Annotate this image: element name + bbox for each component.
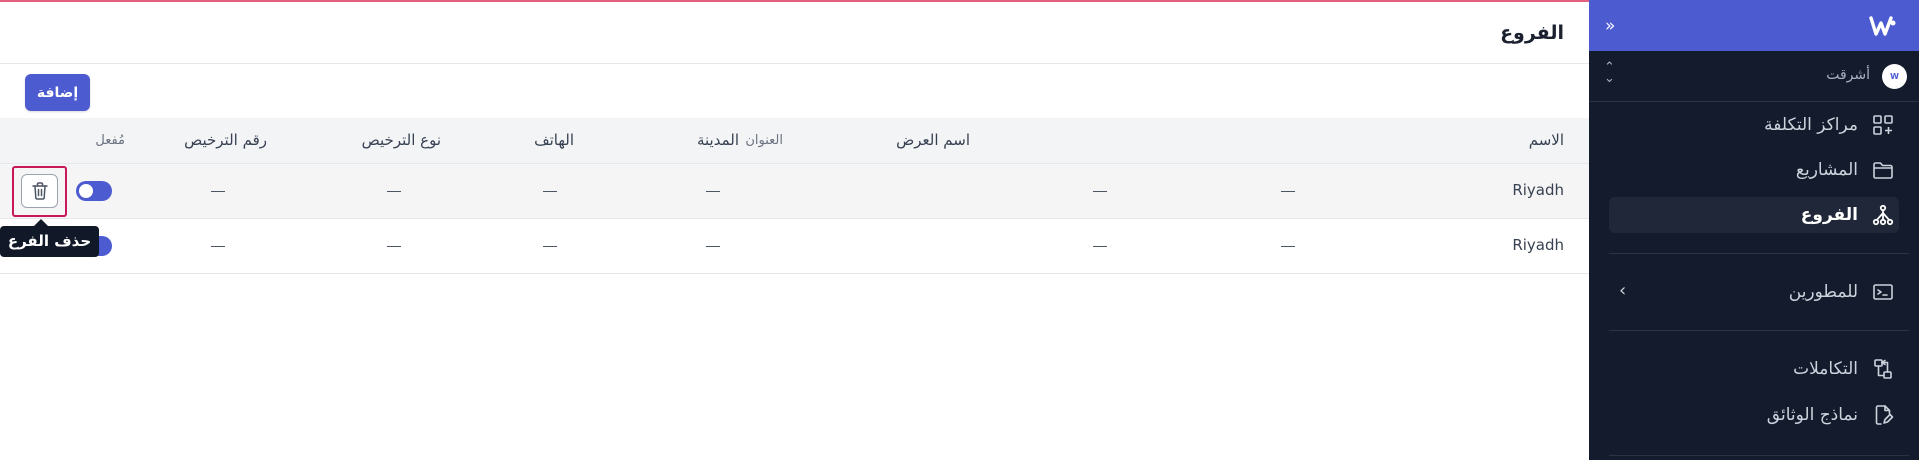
cell-license-number	[211, 246, 225, 247]
column-header-license-number[interactable]: رقم الترخيص	[184, 131, 267, 149]
sidebar-item-label: مراكز التكلفة	[1764, 115, 1858, 135]
main-content: الفروع إضافة الاسم اسم العرض العنوان الم…	[0, 0, 1589, 460]
organization-switcher[interactable]: W أشرقت ⌃ ⌄	[1589, 51, 1919, 102]
sidebar-item-label: الفروع	[1800, 205, 1858, 225]
sidebar-header: »	[1589, 0, 1919, 51]
cell-license-number	[211, 191, 225, 192]
sidebar-item-branches[interactable]: الفروع	[1609, 197, 1899, 233]
brand-logo-icon	[1869, 16, 1896, 36]
toggle-knob	[79, 184, 93, 198]
cell-phone	[543, 191, 557, 192]
cell-phone	[543, 246, 557, 247]
collapse-sidebar-icon[interactable]: »	[1605, 16, 1615, 36]
table-row[interactable]: Riyadh	[0, 164, 1589, 219]
folder-icon	[1873, 162, 1893, 179]
cell-city	[706, 191, 720, 192]
cell-display-name	[1281, 246, 1295, 247]
terminal-icon	[1873, 284, 1893, 300]
sidebar: » W أشرقت ⌃ ⌄ مراكز التكلفة المشاريع الفر…	[1589, 0, 1919, 460]
cell-name: Riyadh	[1512, 236, 1564, 254]
cell-license-type	[387, 246, 401, 247]
column-header-license-type[interactable]: نوع الترخيص	[362, 131, 441, 149]
sidebar-item-label: المشاريع	[1795, 160, 1858, 180]
cell-city	[706, 246, 720, 247]
focus-ring	[12, 166, 67, 217]
sidebar-item-cost-centers[interactable]: مراكز التكلفة	[1609, 107, 1899, 143]
sidebar-item-integrations[interactable]: التكاملات	[1609, 351, 1899, 387]
document-edit-icon	[1875, 405, 1894, 425]
org-avatar: W	[1882, 64, 1907, 89]
org-name: أشرقت	[1826, 67, 1870, 83]
column-header-display-name[interactable]: اسم العرض	[896, 131, 970, 149]
enabled-toggle[interactable]	[76, 181, 112, 201]
table-row[interactable]: Riyadh	[0, 219, 1589, 274]
sidebar-divider	[1609, 330, 1909, 331]
column-header-phone[interactable]: الهاتف	[534, 131, 574, 149]
column-header-name[interactable]: الاسم	[1529, 131, 1564, 149]
cell-license-type	[387, 191, 401, 192]
delete-branch-tooltip: حذف الفرع	[0, 226, 99, 257]
sidebar-item-document-templates[interactable]: نماذج الوثائق	[1609, 397, 1899, 433]
integrations-icon	[1874, 359, 1892, 379]
sidebar-item-label: للمطورين	[1788, 282, 1858, 302]
cell-name: Riyadh	[1512, 181, 1564, 199]
sidebar-divider	[1609, 455, 1909, 456]
chevron-up-down-icon: ⌃ ⌄	[1604, 60, 1615, 86]
column-header-enabled[interactable]: مُفعل	[95, 133, 125, 148]
page-header: الفروع	[0, 2, 1589, 64]
tooltip-arrow	[34, 219, 48, 226]
column-header-address[interactable]: العنوان	[745, 133, 783, 148]
column-header-city[interactable]: المدينة	[697, 131, 739, 149]
add-branch-button[interactable]: إضافة	[25, 74, 90, 111]
sidebar-item-label: نماذج الوثائق	[1766, 405, 1858, 425]
cell-address	[1093, 191, 1107, 192]
sidebar-item-developers[interactable]: للمطورين ‹	[1609, 274, 1899, 310]
page-title: الفروع	[1500, 22, 1564, 44]
sidebar-divider	[1609, 253, 1909, 254]
cell-display-name	[1281, 191, 1295, 192]
branches-icon	[1872, 204, 1894, 226]
chevron-left-icon[interactable]: ‹	[1619, 280, 1626, 301]
sidebar-item-label: التكاملات	[1793, 359, 1858, 379]
cell-address	[1093, 246, 1107, 247]
table-header: الاسم اسم العرض العنوان المدينة الهاتف ن…	[0, 118, 1589, 164]
sidebar-item-projects[interactable]: المشاريع	[1609, 152, 1899, 188]
grid-plus-icon	[1873, 115, 1893, 135]
